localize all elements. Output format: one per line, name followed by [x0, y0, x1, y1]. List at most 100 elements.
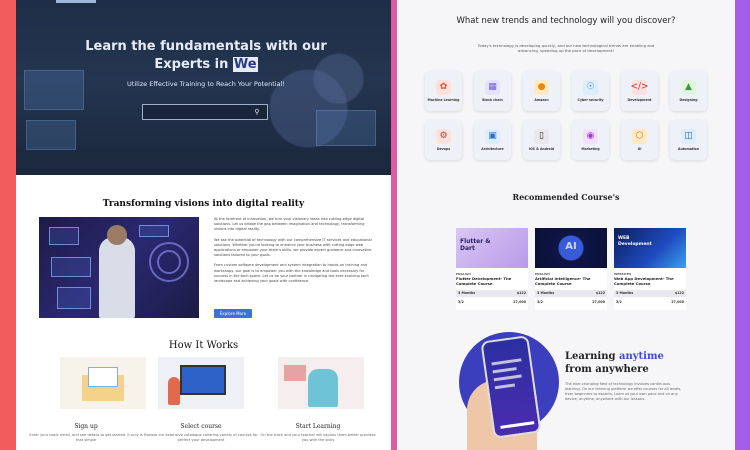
course-name: Artificial Intelligence- The Complete Co… [535, 276, 591, 286]
recommended-title: Recommended Course's [512, 192, 620, 202]
course-students: 27,000 [513, 299, 526, 304]
hero-banner: Learn the fundamentals with our Experts … [16, 0, 391, 175]
brain-icon: ✿ [436, 80, 451, 95]
blockchain-icon: ▦ [485, 80, 500, 95]
tech-card-label: Cyber security [577, 98, 604, 102]
image-panel [57, 287, 91, 309]
transform-paragraph: From custom software development and sys… [214, 263, 369, 284]
tech-card-label: Machine Learning [427, 98, 460, 102]
search-icon: ⚲ [254, 108, 260, 116]
course-price: $122 [595, 291, 605, 296]
tech-card-label: Automation [678, 147, 699, 151]
architecture-icon: ▣ [485, 129, 500, 144]
tech-card-ios-android[interactable]: ▯ iOS & Android [523, 120, 560, 160]
letter-shape [88, 367, 118, 387]
step-label: Select course [180, 423, 222, 430]
learning-title-pre: Learning [565, 351, 619, 362]
logo-strip [56, 0, 96, 3]
hero-monitor [24, 70, 84, 110]
code-icon: </> [630, 80, 649, 95]
cyber-icon: ☉ [583, 80, 598, 95]
tech-card-amazon[interactable]: ● Amazon [523, 71, 560, 111]
search-input[interactable] [143, 105, 247, 119]
course-thumbnail: AI [535, 228, 607, 268]
hero-search-bar: ⚲ [142, 104, 268, 120]
tech-card-label: Designing [679, 98, 698, 102]
trends-subtitle: Today's technology is developing quickly… [477, 43, 655, 54]
thumbnail-text: AI [565, 241, 577, 252]
course-meta: 3 Months $122 [456, 289, 528, 297]
ui-icon: ⬡ [632, 129, 647, 144]
right-page: What new trends and technology will you … [397, 0, 735, 450]
thumbnail-text: WEB Development [618, 236, 652, 247]
trends-title: What new trends and technology will you … [456, 16, 676, 26]
tech-card-marketing[interactable]: ◉ Marketing [572, 120, 609, 160]
tech-card-label: Devops [436, 147, 451, 151]
course-lessons: 3/2 [458, 299, 464, 304]
tech-card-label: iOS & Android [528, 147, 555, 151]
left-page: Learn the fundamentals with our Experts … [16, 0, 391, 450]
phone-text-line [494, 383, 515, 390]
transform-text: At the forefront of innovation, we turn … [214, 217, 374, 289]
course-footer: 3/2 27,000 [614, 300, 686, 304]
explore-more-button[interactable]: Explore More [214, 309, 252, 318]
how-it-works-title: How It Works [168, 340, 239, 351]
mobile-icon: ▯ [534, 129, 549, 144]
course-meta: 3 Months $122 [614, 289, 686, 297]
hero-title-text: Learn the fundamentals with our Experts … [85, 39, 327, 72]
tech-card-devops[interactable]: ⚙ Devops [425, 120, 462, 160]
image-panel [49, 227, 79, 245]
course-card[interactable]: AI ENGLISH Artificial Intelligence- The … [535, 228, 607, 310]
board-shape [284, 365, 306, 381]
select-course-illustration [158, 357, 244, 409]
signup-illustration [60, 357, 146, 409]
tech-card-block-chain[interactable]: ▦ Block chain [474, 71, 511, 111]
tech-card-designing[interactable]: ▲ Designing [670, 71, 707, 111]
tech-card-label: Architecture [481, 147, 504, 151]
tech-card-development[interactable]: </> Development [621, 71, 658, 111]
hero-title: Learn the fundamentals with our Experts … [76, 38, 336, 74]
learning-title-post: from anywhere [565, 364, 649, 375]
tech-card-label: UI [637, 147, 642, 151]
tech-card-label: Amazon [534, 98, 549, 102]
hero-monitor [26, 120, 76, 150]
tech-card-label: Block chain [482, 98, 503, 102]
devops-icon: ⚙ [436, 129, 451, 144]
start-learning-illustration [278, 357, 364, 409]
phone-button [500, 421, 535, 429]
course-card[interactable]: WEB Development WEBSITES Web App Develop… [614, 228, 686, 310]
tech-card-ui[interactable]: ⬡ UI [621, 120, 658, 160]
tech-card-automation[interactable]: ◫ Automation [670, 120, 707, 160]
course-footer: 3/2 27,000 [535, 300, 607, 304]
course-students: 27,000 [592, 299, 605, 304]
search-button[interactable]: ⚲ [247, 105, 267, 119]
course-meta: 3 Months $122 [535, 289, 607, 297]
step-description: On the track and your teacher will expla… [260, 433, 376, 442]
tech-card-label: Marketing [581, 147, 600, 151]
vr-person-image [39, 217, 199, 318]
design-icon: ▲ [681, 80, 696, 95]
learning-title-accent: anytime [618, 351, 664, 362]
image-panel [51, 257, 91, 277]
amazon-icon: ● [534, 80, 549, 95]
monitor-shape [180, 365, 226, 395]
tech-card-cyber-security[interactable]: ☉ Cyber security [572, 71, 609, 111]
image-panel [139, 225, 169, 237]
tech-card-machine-learning[interactable]: ✿ Machine Learning [425, 71, 462, 111]
course-price: $122 [516, 291, 526, 296]
course-name: Web App Development- The Complete Course [614, 276, 674, 286]
course-card[interactable]: Flutter & Dart ENGLISH Flutter Developme… [456, 228, 528, 310]
tech-card-label: Development [627, 98, 652, 102]
transform-title: Transforming visions into digital realit… [102, 199, 305, 209]
course-name: Flutter Development- The Complete Course [456, 276, 512, 286]
course-duration: 3 Months [616, 291, 634, 296]
transform-paragraph: At the forefront of innovation, we turn … [214, 217, 365, 232]
tech-card-architecture[interactable]: ▣ Architecture [474, 120, 511, 160]
hero-subtitle: Utilize Effective Training to Reach Your… [127, 80, 285, 88]
step-description: Browse our extensive catalogue covering … [144, 433, 258, 442]
course-thumbnail: WEB Development [614, 228, 686, 268]
marketing-icon: ◉ [583, 129, 598, 144]
automation-icon: ◫ [681, 129, 696, 144]
course-duration: 3 Months [458, 291, 476, 296]
step-label: Sign up [74, 423, 98, 430]
